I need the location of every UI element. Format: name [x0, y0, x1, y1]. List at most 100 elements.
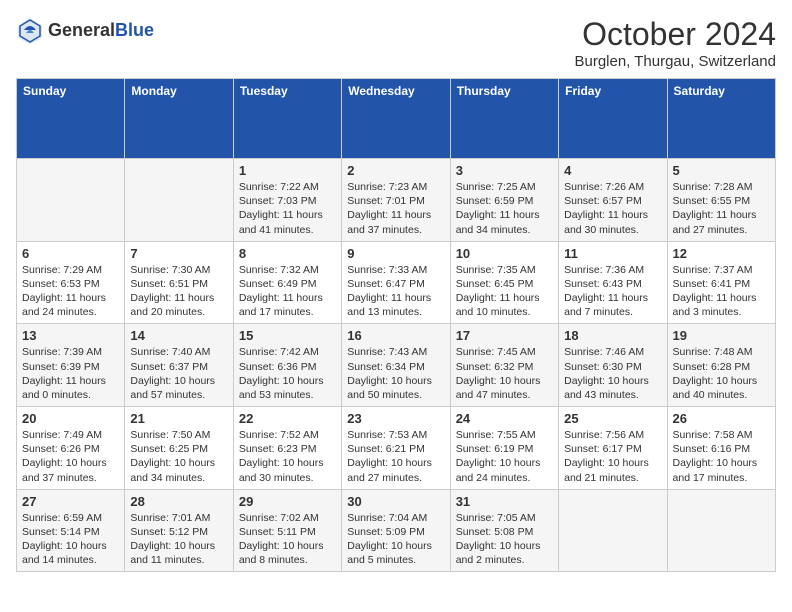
- calendar-cell[interactable]: 28 Sunrise: 7:01 AM Sunset: 5:12 PM Dayli…: [125, 489, 233, 572]
- cell-sun-info: Sunrise: 7:46 AM Sunset: 6:30 PM Dayligh…: [564, 345, 661, 402]
- cell-date-number: 15: [239, 328, 336, 343]
- calendar-cell[interactable]: 15Sunrise: 7:42 AM Sunset: 6:36 PM Dayli…: [233, 324, 341, 407]
- cell-sun-info: Sunrise: 7:50 AM Sunset: 6:25 PM Dayligh…: [130, 428, 227, 485]
- day-header-wednesday: Wednesday: [342, 79, 450, 159]
- calendar-cell: [125, 159, 233, 242]
- calendar-cell[interactable]: 17 Sunrise: 7:45 AM Sunset: 6:32 PM Dayli…: [450, 324, 558, 407]
- logo-text: GeneralBlue: [48, 20, 154, 41]
- calendar-cell[interactable]: 3Sunrise: 7:25 AM Sunset: 6:59 PM Daylig…: [450, 159, 558, 242]
- calendar-cell[interactable]: 21 Sunrise: 7:50 AM Sunset: 6:25 PM Dayli…: [125, 407, 233, 490]
- calendar-cell[interactable]: 31 Sunrise: 7:05 AM Sunset: 5:08 PM Dayli…: [450, 489, 558, 572]
- calendar-cell[interactable]: 25Sunrise: 7:56 AM Sunset: 6:17 PM Dayli…: [559, 407, 667, 490]
- calendar-cell[interactable]: 18 Sunrise: 7:46 AM Sunset: 6:30 PM Dayli…: [559, 324, 667, 407]
- cell-date-number: 27: [22, 494, 119, 509]
- calendar-cell: [559, 489, 667, 572]
- calendar-cell[interactable]: 7Sunrise: 7:30 AM Sunset: 6:51 PM Daylig…: [125, 241, 233, 324]
- location-subtitle: Burglen, Thurgau, Switzerland: [574, 53, 776, 70]
- cell-date-number: 19: [673, 328, 770, 343]
- cell-date-number: 25: [564, 411, 661, 426]
- logo: GeneralBlue: [16, 16, 154, 44]
- calendar-cell: [17, 159, 125, 242]
- cell-date-number: 5: [673, 163, 770, 178]
- cell-sun-info: Sunrise: 7:36 AM Sunset: 6:43 PM Dayligh…: [564, 263, 661, 320]
- cell-sun-info: Sunrise: 7:53 AM Sunset: 6:21 PM Dayligh…: [347, 428, 444, 485]
- calendar-cell[interactable]: 26 Sunrise: 7:58 AM Sunset: 6:16 PM Dayli…: [667, 407, 775, 490]
- cell-sun-info: Sunrise: 7:37 AM Sunset: 6:41 PM Dayligh…: [673, 263, 770, 320]
- cell-sun-info: Sunrise: 7:40 AM Sunset: 6:37 PM Dayligh…: [130, 345, 227, 402]
- calendar-cell[interactable]: 10 Sunrise: 7:35 AM Sunset: 6:45 PM Dayli…: [450, 241, 558, 324]
- cell-sun-info: Sunrise: 7:55 AM Sunset: 6:19 PM Dayligh…: [456, 428, 553, 485]
- calendar-cell[interactable]: 6 Sunrise: 7:29 AM Sunset: 6:53 PM Daylig…: [17, 241, 125, 324]
- cell-sun-info: Sunrise: 7:58 AM Sunset: 6:16 PM Dayligh…: [673, 428, 770, 485]
- calendar-cell[interactable]: 12Sunrise: 7:37 AM Sunset: 6:41 PM Dayli…: [667, 241, 775, 324]
- calendar-week-row: 20 Sunrise: 7:49 AM Sunset: 6:26 PM Dayli…: [17, 407, 776, 490]
- calendar-cell[interactable]: 30 Sunrise: 7:04 AM Sunset: 5:09 PM Dayli…: [342, 489, 450, 572]
- calendar-cell[interactable]: 22Sunrise: 7:52 AM Sunset: 6:23 PM Dayli…: [233, 407, 341, 490]
- cell-date-number: 10: [456, 246, 553, 261]
- cell-sun-info: Sunrise: 7:05 AM Sunset: 5:08 PM Dayligh…: [456, 511, 553, 568]
- logo-general: General: [48, 20, 115, 40]
- cell-sun-info: Sunrise: 6:59 AM Sunset: 5:14 PM Dayligh…: [22, 511, 119, 568]
- calendar-week-row: 1Sunrise: 7:22 AM Sunset: 7:03 PM Daylig…: [17, 159, 776, 242]
- calendar-cell[interactable]: 2Sunrise: 7:23 AM Sunset: 7:01 PM Daylig…: [342, 159, 450, 242]
- calendar-table: SundayMondayTuesdayWednesdayThursdayFrid…: [16, 78, 776, 572]
- cell-date-number: 16: [347, 328, 444, 343]
- calendar-cell[interactable]: 29 Sunrise: 7:02 AM Sunset: 5:11 PM Dayli…: [233, 489, 341, 572]
- calendar-week-row: 13Sunrise: 7:39 AM Sunset: 6:39 PM Dayli…: [17, 324, 776, 407]
- calendar-cell[interactable]: 8Sunrise: 7:32 AM Sunset: 6:49 PM Daylig…: [233, 241, 341, 324]
- calendar-cell[interactable]: 1Sunrise: 7:22 AM Sunset: 7:03 PM Daylig…: [233, 159, 341, 242]
- cell-sun-info: Sunrise: 7:49 AM Sunset: 6:26 PM Dayligh…: [22, 428, 119, 485]
- calendar-cell: [667, 489, 775, 572]
- cell-date-number: 2: [347, 163, 444, 178]
- calendar-cell[interactable]: 11 Sunrise: 7:36 AM Sunset: 6:43 PM Dayli…: [559, 241, 667, 324]
- calendar-cell[interactable]: 5 Sunrise: 7:28 AM Sunset: 6:55 PM Daylig…: [667, 159, 775, 242]
- cell-sun-info: Sunrise: 7:33 AM Sunset: 6:47 PM Dayligh…: [347, 263, 444, 320]
- cell-date-number: 31: [456, 494, 553, 509]
- cell-date-number: 18: [564, 328, 661, 343]
- calendar-header-row: SundayMondayTuesdayWednesdayThursdayFrid…: [17, 79, 776, 159]
- cell-date-number: 20: [22, 411, 119, 426]
- calendar-cell[interactable]: 9 Sunrise: 7:33 AM Sunset: 6:47 PM Daylig…: [342, 241, 450, 324]
- cell-date-number: 11: [564, 246, 661, 261]
- page-header: GeneralBlue October 2024 Burglen, Thurga…: [16, 16, 776, 70]
- cell-sun-info: Sunrise: 7:01 AM Sunset: 5:12 PM Dayligh…: [130, 511, 227, 568]
- cell-date-number: 17: [456, 328, 553, 343]
- cell-date-number: 29: [239, 494, 336, 509]
- cell-date-number: 21: [130, 411, 227, 426]
- day-header-sunday: Sunday: [17, 79, 125, 159]
- calendar-cell[interactable]: 16 Sunrise: 7:43 AM Sunset: 6:34 PM Dayli…: [342, 324, 450, 407]
- cell-sun-info: Sunrise: 7:52 AM Sunset: 6:23 PM Dayligh…: [239, 428, 336, 485]
- cell-date-number: 6: [22, 246, 119, 261]
- day-header-friday: Friday: [559, 79, 667, 159]
- calendar-cell[interactable]: 13Sunrise: 7:39 AM Sunset: 6:39 PM Dayli…: [17, 324, 125, 407]
- cell-sun-info: Sunrise: 7:26 AM Sunset: 6:57 PM Dayligh…: [564, 180, 661, 237]
- cell-sun-info: Sunrise: 7:35 AM Sunset: 6:45 PM Dayligh…: [456, 263, 553, 320]
- cell-date-number: 28: [130, 494, 227, 509]
- cell-date-number: 13: [22, 328, 119, 343]
- cell-sun-info: Sunrise: 7:43 AM Sunset: 6:34 PM Dayligh…: [347, 345, 444, 402]
- cell-date-number: 24: [456, 411, 553, 426]
- cell-date-number: 14: [130, 328, 227, 343]
- logo-icon: [16, 16, 44, 44]
- cell-sun-info: Sunrise: 7:28 AM Sunset: 6:55 PM Dayligh…: [673, 180, 770, 237]
- calendar-cell[interactable]: 14 Sunrise: 7:40 AM Sunset: 6:37 PM Dayli…: [125, 324, 233, 407]
- cell-sun-info: Sunrise: 7:29 AM Sunset: 6:53 PM Dayligh…: [22, 263, 119, 320]
- day-header-monday: Monday: [125, 79, 233, 159]
- calendar-cell[interactable]: 23 Sunrise: 7:53 AM Sunset: 6:21 PM Dayli…: [342, 407, 450, 490]
- cell-date-number: 4: [564, 163, 661, 178]
- calendar-cell[interactable]: 4 Sunrise: 7:26 AM Sunset: 6:57 PM Daylig…: [559, 159, 667, 242]
- cell-date-number: 3: [456, 163, 553, 178]
- cell-date-number: 23: [347, 411, 444, 426]
- cell-sun-info: Sunrise: 7:30 AM Sunset: 6:51 PM Dayligh…: [130, 263, 227, 320]
- calendar-cell[interactable]: 19Sunrise: 7:48 AM Sunset: 6:28 PM Dayli…: [667, 324, 775, 407]
- cell-sun-info: Sunrise: 7:45 AM Sunset: 6:32 PM Dayligh…: [456, 345, 553, 402]
- cell-sun-info: Sunrise: 7:04 AM Sunset: 5:09 PM Dayligh…: [347, 511, 444, 568]
- calendar-cell[interactable]: 27 Sunrise: 6:59 AM Sunset: 5:14 PM Dayli…: [17, 489, 125, 572]
- cell-sun-info: Sunrise: 7:02 AM Sunset: 5:11 PM Dayligh…: [239, 511, 336, 568]
- calendar-cell[interactable]: 24 Sunrise: 7:55 AM Sunset: 6:19 PM Dayli…: [450, 407, 558, 490]
- month-year-title: October 2024: [574, 16, 776, 53]
- calendar-cell[interactable]: 20 Sunrise: 7:49 AM Sunset: 6:26 PM Dayli…: [17, 407, 125, 490]
- cell-date-number: 30: [347, 494, 444, 509]
- cell-date-number: 26: [673, 411, 770, 426]
- cell-date-number: 9: [347, 246, 444, 261]
